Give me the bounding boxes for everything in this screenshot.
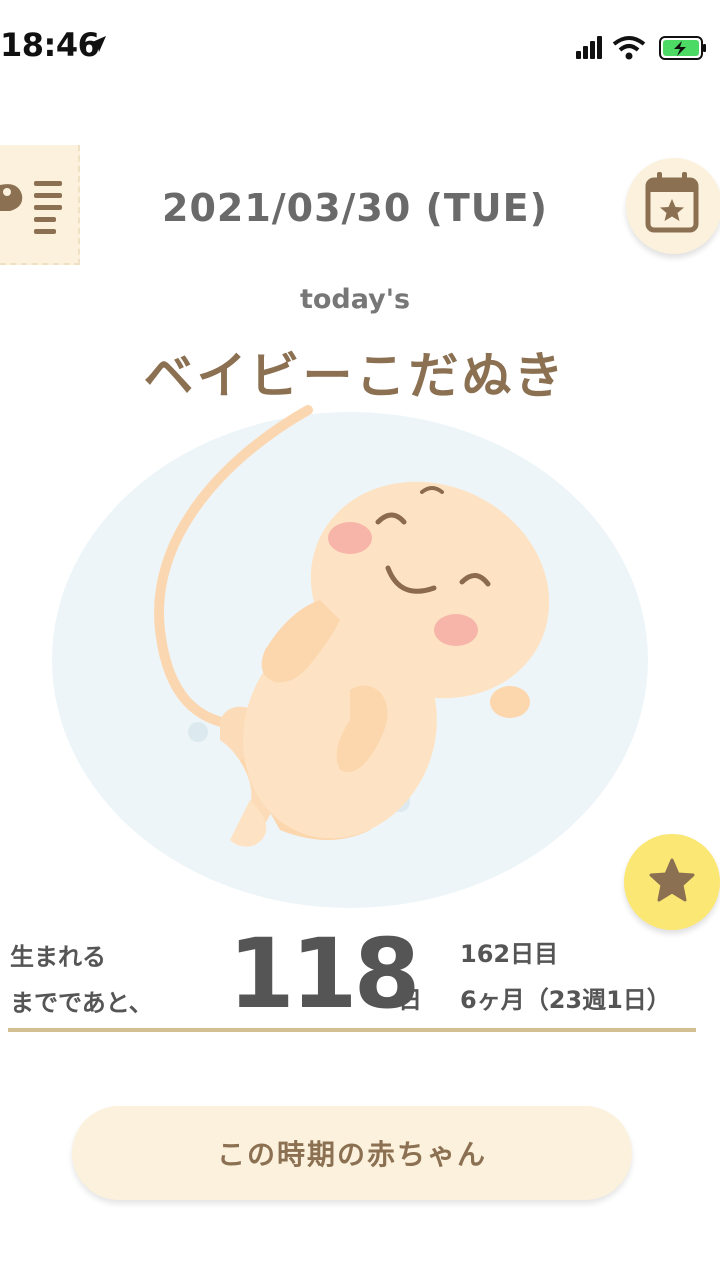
- days-remaining: 118: [228, 918, 420, 1030]
- wifi-icon: [612, 36, 646, 60]
- status-bar: 18:46: [0, 0, 720, 90]
- baby-list-menu-button[interactable]: [0, 145, 80, 265]
- countdown-label-line2: までであと、: [10, 989, 153, 1017]
- calendar-button[interactable]: [626, 158, 720, 254]
- pregnancy-month-week: 6ヶ月（23週1日）: [460, 986, 671, 1014]
- days-unit: 日: [398, 986, 422, 1014]
- status-indicators: [576, 36, 706, 60]
- star-icon: [649, 858, 695, 902]
- status-time: 18:46: [0, 26, 100, 64]
- baby-list-menu-icon: [0, 181, 62, 234]
- battery-charging-icon: [659, 36, 706, 60]
- cellular-signal-icon: [576, 36, 602, 59]
- baby-name: ベイビーこだぬき: [143, 347, 567, 405]
- fetus-illustration: [52, 405, 648, 908]
- todays-label: today's: [299, 284, 411, 315]
- current-date: 2021/03/30 (TUE): [162, 186, 548, 230]
- calendar-star-icon: [645, 172, 699, 233]
- countdown-label-line1: 生まれる: [10, 943, 106, 971]
- pregnancy-day-count: 162日目: [460, 940, 559, 968]
- divider: [8, 1028, 696, 1032]
- location-arrow-icon: [90, 36, 106, 52]
- baby-this-period-button[interactable]: この時期の赤ちゃん: [72, 1106, 632, 1200]
- favorite-button[interactable]: [624, 834, 720, 930]
- countdown-label: 生まれる までであと、: [10, 934, 170, 1026]
